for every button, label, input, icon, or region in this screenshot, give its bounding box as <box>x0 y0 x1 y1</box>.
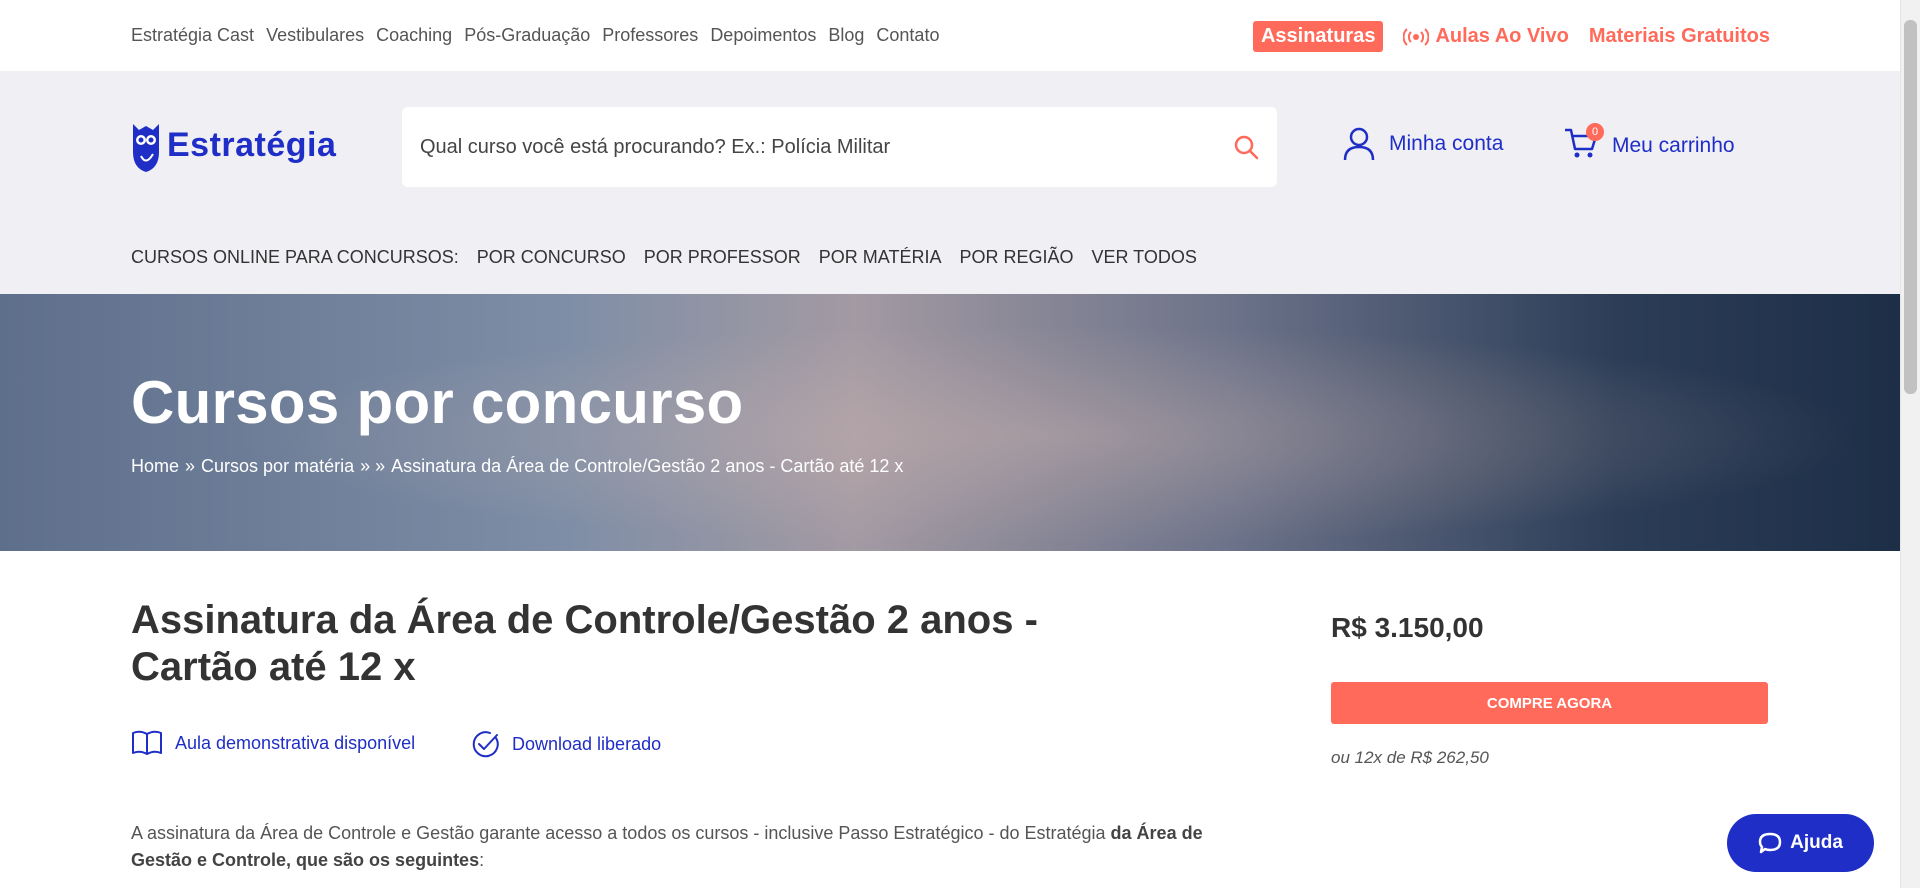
breadcrumb-cursos-por-materia[interactable]: Cursos por matéria <box>201 456 354 477</box>
account-label: Minha conta <box>1389 132 1504 155</box>
cart-icon-wrap: 0 <box>1564 123 1604 165</box>
top-link-contato[interactable]: Contato <box>876 25 939 46</box>
live-broadcast-icon <box>1403 27 1430 46</box>
category-nav-label: CURSOS ONLINE PARA CONCURSOS: <box>131 247 459 267</box>
help-chat-button[interactable]: Ajuda <box>1727 814 1874 872</box>
chat-bubble-icon <box>1758 832 1782 854</box>
nav-por-professor[interactable]: POR PROFESSOR <box>644 247 801 268</box>
site-header: Estratégia Minha conta 0 Meu carrinho CU… <box>0 71 1900 294</box>
hero-banner: Cursos por concurso Home » Cursos por ma… <box>0 294 1900 551</box>
top-link-depoimentos[interactable]: Depoimentos <box>710 25 816 46</box>
installments-text: ou 12x de R$ 262,50 <box>1331 748 1489 767</box>
user-icon <box>1343 127 1375 161</box>
nav-por-concurso[interactable]: POR CONCURSO <box>477 247 626 268</box>
nav-por-regiao[interactable]: POR REGIÃO <box>959 247 1073 268</box>
top-link-blog[interactable]: Blog <box>828 25 864 46</box>
product-price: R$ 3.150,00 <box>1331 612 1484 643</box>
search-box <box>402 107 1277 187</box>
assinaturas-button[interactable]: Assinaturas <box>1252 21 1384 52</box>
top-bar: Estratégia Cast Vestibulares Coaching Pó… <box>0 0 1900 71</box>
cart-link[interactable]: 0 Meu carrinho <box>1564 123 1735 165</box>
search-input[interactable] <box>420 107 1200 187</box>
category-nav: CURSOS ONLINE PARA CONCURSOS: POR CONCUR… <box>131 247 1197 268</box>
breadcrumb: Home » Cursos por matéria » » Assinatura… <box>131 456 903 477</box>
cart-count-badge: 0 <box>1586 123 1604 141</box>
product-description: A assinatura da Área de Controle e Gestã… <box>131 820 1221 874</box>
top-link-cast[interactable]: Estratégia Cast <box>131 25 254 46</box>
breadcrumb-separator: » » <box>360 456 386 476</box>
feature-download: Download liberado <box>470 729 661 759</box>
top-link-pos-graduacao[interactable]: Pós-Graduação <box>464 25 590 46</box>
feature-download-label: Download liberado <box>512 733 662 754</box>
top-right-links: Assinaturas Aulas Ao Vivo Materiais Grat… <box>1252 21 1770 52</box>
description-text: A assinatura da Área de Controle e Gestã… <box>131 823 1111 843</box>
page-scrollbar[interactable] <box>1900 0 1920 888</box>
cart-label: Meu carrinho <box>1612 134 1735 157</box>
top-link-coaching[interactable]: Coaching <box>376 25 452 46</box>
owl-logo-icon <box>133 124 159 172</box>
materiais-gratuitos-link[interactable]: Materiais Gratuitos <box>1589 25 1770 48</box>
open-book-icon <box>132 730 162 755</box>
product-title: Assinatura da Área de Controle/Gestão 2 … <box>131 598 1038 689</box>
aulas-ao-vivo-label: Aulas Ao Vivo <box>1435 25 1569 47</box>
logo-text: Estratégia <box>167 125 337 164</box>
breadcrumb-home[interactable]: Home <box>131 456 179 477</box>
top-links: Estratégia Cast Vestibulares Coaching Pó… <box>131 25 939 46</box>
help-label: Ajuda <box>1790 832 1843 853</box>
page-title: Cursos por concurso <box>131 369 744 436</box>
feature-demo-label: Aula demonstrativa disponível <box>175 732 416 753</box>
nav-ver-todos[interactable]: VER TODOS <box>1092 247 1197 268</box>
search-icon[interactable] <box>1233 134 1259 160</box>
buy-now-button[interactable]: COMPRE AGORA <box>1331 682 1768 724</box>
nav-por-materia[interactable]: POR MATÉRIA <box>819 247 942 268</box>
account-link[interactable]: Minha conta <box>1343 127 1503 161</box>
top-link-professores[interactable]: Professores <box>602 25 698 46</box>
feature-demo-class: Aula demonstrativa disponível <box>131 729 415 757</box>
aulas-ao-vivo-link[interactable]: Aulas Ao Vivo <box>1403 25 1569 48</box>
scrollbar-thumb[interactable] <box>1904 20 1917 394</box>
breadcrumb-current: Assinatura da Área de Controle/Gestão 2 … <box>391 456 904 476</box>
breadcrumb-separator: » <box>185 456 196 476</box>
description-end: : <box>479 850 485 870</box>
top-link-vestibulares[interactable]: Vestibulares <box>266 25 364 46</box>
check-circle-icon <box>472 731 499 758</box>
logo[interactable]: Estratégia <box>131 116 336 174</box>
